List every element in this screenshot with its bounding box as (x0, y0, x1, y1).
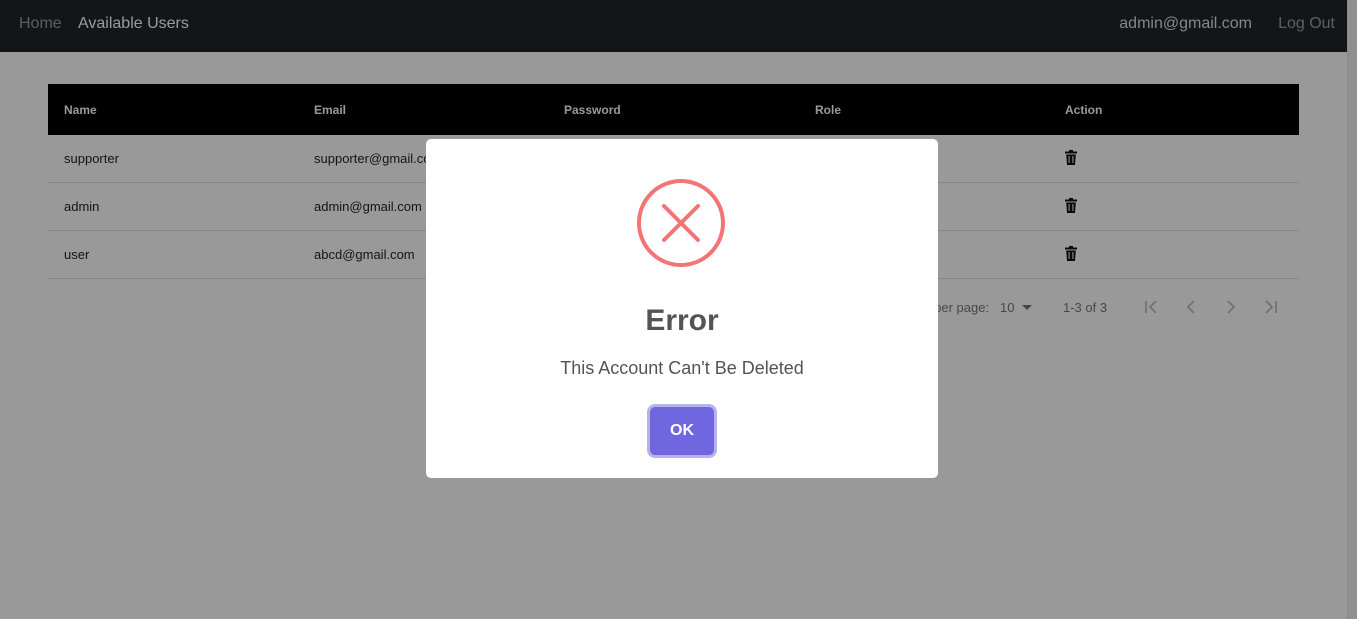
error-x-icon (637, 179, 725, 267)
dialog-title: Error (645, 304, 719, 337)
ok-button[interactable]: OK (650, 407, 714, 455)
dialog-message: This Account Can't Be Deleted (560, 358, 804, 378)
error-dialog: Error This Account Can't Be Deleted OK (426, 139, 938, 478)
